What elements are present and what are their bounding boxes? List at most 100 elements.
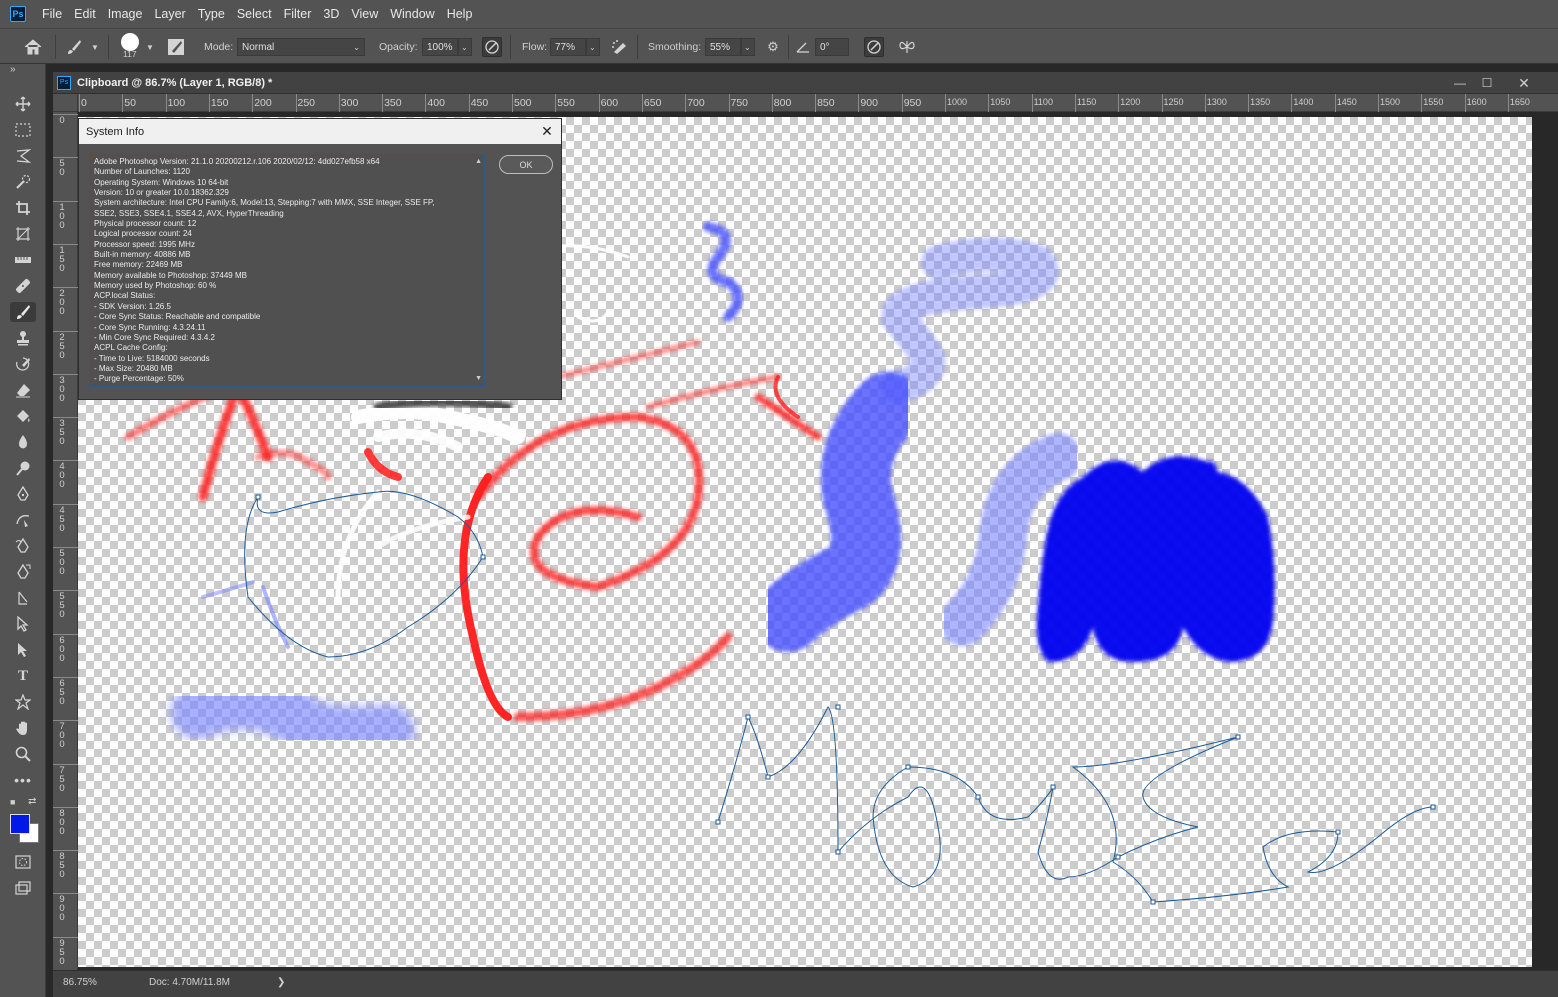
opacity-label: Opacity: bbox=[379, 41, 418, 53]
ruler-h-tick bbox=[1507, 94, 1509, 112]
info-line: Number of Launches: 1120 bbox=[94, 167, 190, 177]
quick-mask-icon[interactable] bbox=[13, 852, 33, 872]
curvature-pen-tool-icon[interactable] bbox=[13, 510, 33, 530]
ruler-h-tick bbox=[1464, 94, 1466, 112]
ruler-h-tick bbox=[252, 94, 254, 112]
ruler-h-label: 50 bbox=[124, 97, 136, 109]
foreground-color-swatch[interactable] bbox=[10, 814, 30, 834]
frame-tool-icon[interactable] bbox=[13, 224, 33, 244]
scroll-up-icon[interactable]: ▲ bbox=[475, 158, 482, 165]
document-tab[interactable]: Ps Clipboard @ 86.7% (Layer 1, RGB/8) * … bbox=[53, 72, 1558, 94]
ruler-h-tick bbox=[338, 94, 340, 112]
brush-panel-icon[interactable] bbox=[166, 37, 186, 57]
ruler-origin[interactable] bbox=[53, 94, 78, 112]
system-info-textarea[interactable]: Adobe Photoshop Version: 21.1.0 20200212… bbox=[89, 153, 485, 387]
smoothing-input[interactable]: 55% bbox=[705, 38, 741, 56]
maximize-icon[interactable]: ☐ bbox=[1478, 74, 1496, 92]
chevron-down-icon: ⌄ bbox=[461, 42, 468, 52]
dodge-tool-icon[interactable] bbox=[13, 458, 33, 478]
direct-selection-tool-icon[interactable] bbox=[13, 614, 33, 634]
zoom-level[interactable]: 86.75% bbox=[63, 977, 97, 988]
minimize-icon[interactable]: — bbox=[1451, 74, 1469, 92]
blur-tool-icon[interactable] bbox=[13, 432, 33, 452]
scroll-down-icon[interactable]: ▼ bbox=[475, 375, 482, 382]
ruler-v-label: 600 bbox=[59, 634, 65, 664]
brush-icon[interactable] bbox=[64, 37, 84, 57]
eraser-tool-icon[interactable] bbox=[13, 380, 33, 400]
screen-mode-icon[interactable] bbox=[13, 878, 33, 898]
healing-brush-tool-icon[interactable] bbox=[13, 276, 33, 296]
flow-dropdown[interactable]: ⌄ bbox=[586, 38, 600, 56]
menu-window[interactable]: Window bbox=[384, 0, 440, 28]
close-icon[interactable]: ✕ bbox=[1515, 74, 1533, 92]
ruler-h-tick bbox=[858, 94, 860, 112]
vertical-ruler[interactable]: 0 50 100 150 200 250 300 350 400 450 500 550 600 650 7… bbox=[53, 112, 78, 970]
airbrush-icon[interactable] bbox=[610, 37, 630, 57]
swap-colors-icon[interactable]: ⇄ bbox=[28, 796, 36, 807]
ruler-h-label: 1500 bbox=[1380, 97, 1401, 107]
pressure-size-icon[interactable] bbox=[864, 37, 884, 57]
ruler-h-tick bbox=[1031, 94, 1033, 112]
menu-edit[interactable]: Edit bbox=[68, 0, 102, 28]
ruler-h-label: 1450 bbox=[1336, 97, 1357, 107]
menu-layer[interactable]: Layer bbox=[148, 0, 191, 28]
settings-icon[interactable]: ⚙ bbox=[763, 37, 783, 57]
info-line: - Core Sync Running: 4.3.24.11 bbox=[94, 322, 206, 332]
symmetry-icon[interactable] bbox=[897, 37, 917, 57]
brush-tool-icon[interactable] bbox=[10, 302, 36, 322]
ok-button[interactable]: OK bbox=[499, 155, 553, 174]
hand-tool-icon[interactable] bbox=[13, 718, 33, 738]
menu-3d[interactable]: 3D bbox=[317, 0, 345, 28]
menu-image[interactable]: Image bbox=[102, 0, 149, 28]
menu-filter[interactable]: Filter bbox=[278, 0, 318, 28]
pen-tool-icon[interactable] bbox=[13, 484, 33, 504]
custom-shape-tool-icon[interactable] bbox=[13, 692, 33, 712]
angle-input[interactable]: 0° bbox=[815, 38, 849, 56]
opacity-input[interactable]: 100% bbox=[422, 38, 458, 56]
zoom-tool-icon[interactable] bbox=[13, 744, 33, 764]
smoothing-dropdown[interactable]: ⌄ bbox=[741, 38, 755, 56]
info-line: Processor speed: 1995 MHz bbox=[94, 239, 195, 249]
status-menu-arrow-icon[interactable]: ❯ bbox=[277, 977, 285, 988]
brush-size-caret-icon[interactable]: ▼ bbox=[146, 29, 154, 65]
flow-input[interactable]: 77% bbox=[550, 38, 586, 56]
add-anchor-point-tool-icon[interactable] bbox=[13, 588, 33, 608]
quick-selection-tool-icon[interactable] bbox=[13, 172, 33, 192]
more-tools-icon[interactable]: ••• bbox=[13, 770, 33, 790]
type-tool-icon[interactable]: T bbox=[13, 666, 33, 686]
menu-file[interactable]: File bbox=[36, 0, 68, 28]
doc-size: Doc: 4.70M/11.8M bbox=[149, 977, 230, 988]
opacity-dropdown[interactable]: ⌄ bbox=[458, 38, 472, 56]
clone-stamp-tool-icon[interactable] bbox=[13, 328, 33, 348]
ruler-h-label: 750 bbox=[730, 97, 749, 109]
menu-select[interactable]: Select bbox=[231, 0, 278, 28]
marquee-tool-icon[interactable] bbox=[13, 120, 33, 140]
menu-type[interactable]: Type bbox=[192, 0, 231, 28]
menu-view[interactable]: View bbox=[345, 0, 384, 28]
mode-select[interactable]: Normal ⌄ bbox=[237, 38, 365, 56]
move-tool-icon[interactable] bbox=[13, 94, 33, 114]
horizontal-ruler[interactable]: 0 50 100 150 200 250 300 350 400 450 500 550 600 650 7… bbox=[78, 94, 1558, 112]
crop-tool-icon[interactable] bbox=[13, 198, 33, 218]
lasso-tool-icon[interactable] bbox=[13, 146, 33, 166]
home-icon[interactable] bbox=[23, 37, 43, 57]
ruler-tool-icon[interactable] bbox=[13, 250, 33, 270]
menu-help[interactable]: Help bbox=[441, 0, 479, 28]
path-selection-tool-icon[interactable] bbox=[13, 640, 33, 660]
ruler-h-label: 1050 bbox=[990, 97, 1011, 107]
brush-preset-caret-icon[interactable]: ▼ bbox=[91, 29, 99, 65]
pressure-opacity-icon[interactable] bbox=[482, 37, 502, 57]
paint-bucket-tool-icon[interactable] bbox=[13, 406, 33, 426]
history-brush-tool-icon[interactable] bbox=[13, 354, 33, 374]
ruler-v-tick bbox=[53, 243, 78, 245]
close-icon[interactable]: ✕ bbox=[539, 123, 555, 139]
collapse-panel-icon[interactable]: » bbox=[10, 64, 16, 75]
default-colors-icon[interactable]: ■ bbox=[10, 797, 15, 807]
ruler-h-label: 600 bbox=[600, 97, 619, 109]
system-info-dialog: System Info ✕ Adobe Photoshop Version: 2… bbox=[78, 118, 562, 400]
dialog-title-bar[interactable]: System Info ✕ bbox=[79, 119, 561, 144]
ruler-v-label: 250 bbox=[59, 331, 65, 361]
chevron-down-icon: ⌄ bbox=[353, 42, 360, 52]
freeform-pen-tool-icon[interactable] bbox=[13, 536, 33, 556]
magnetic-pen-tool-icon[interactable] bbox=[13, 562, 33, 582]
